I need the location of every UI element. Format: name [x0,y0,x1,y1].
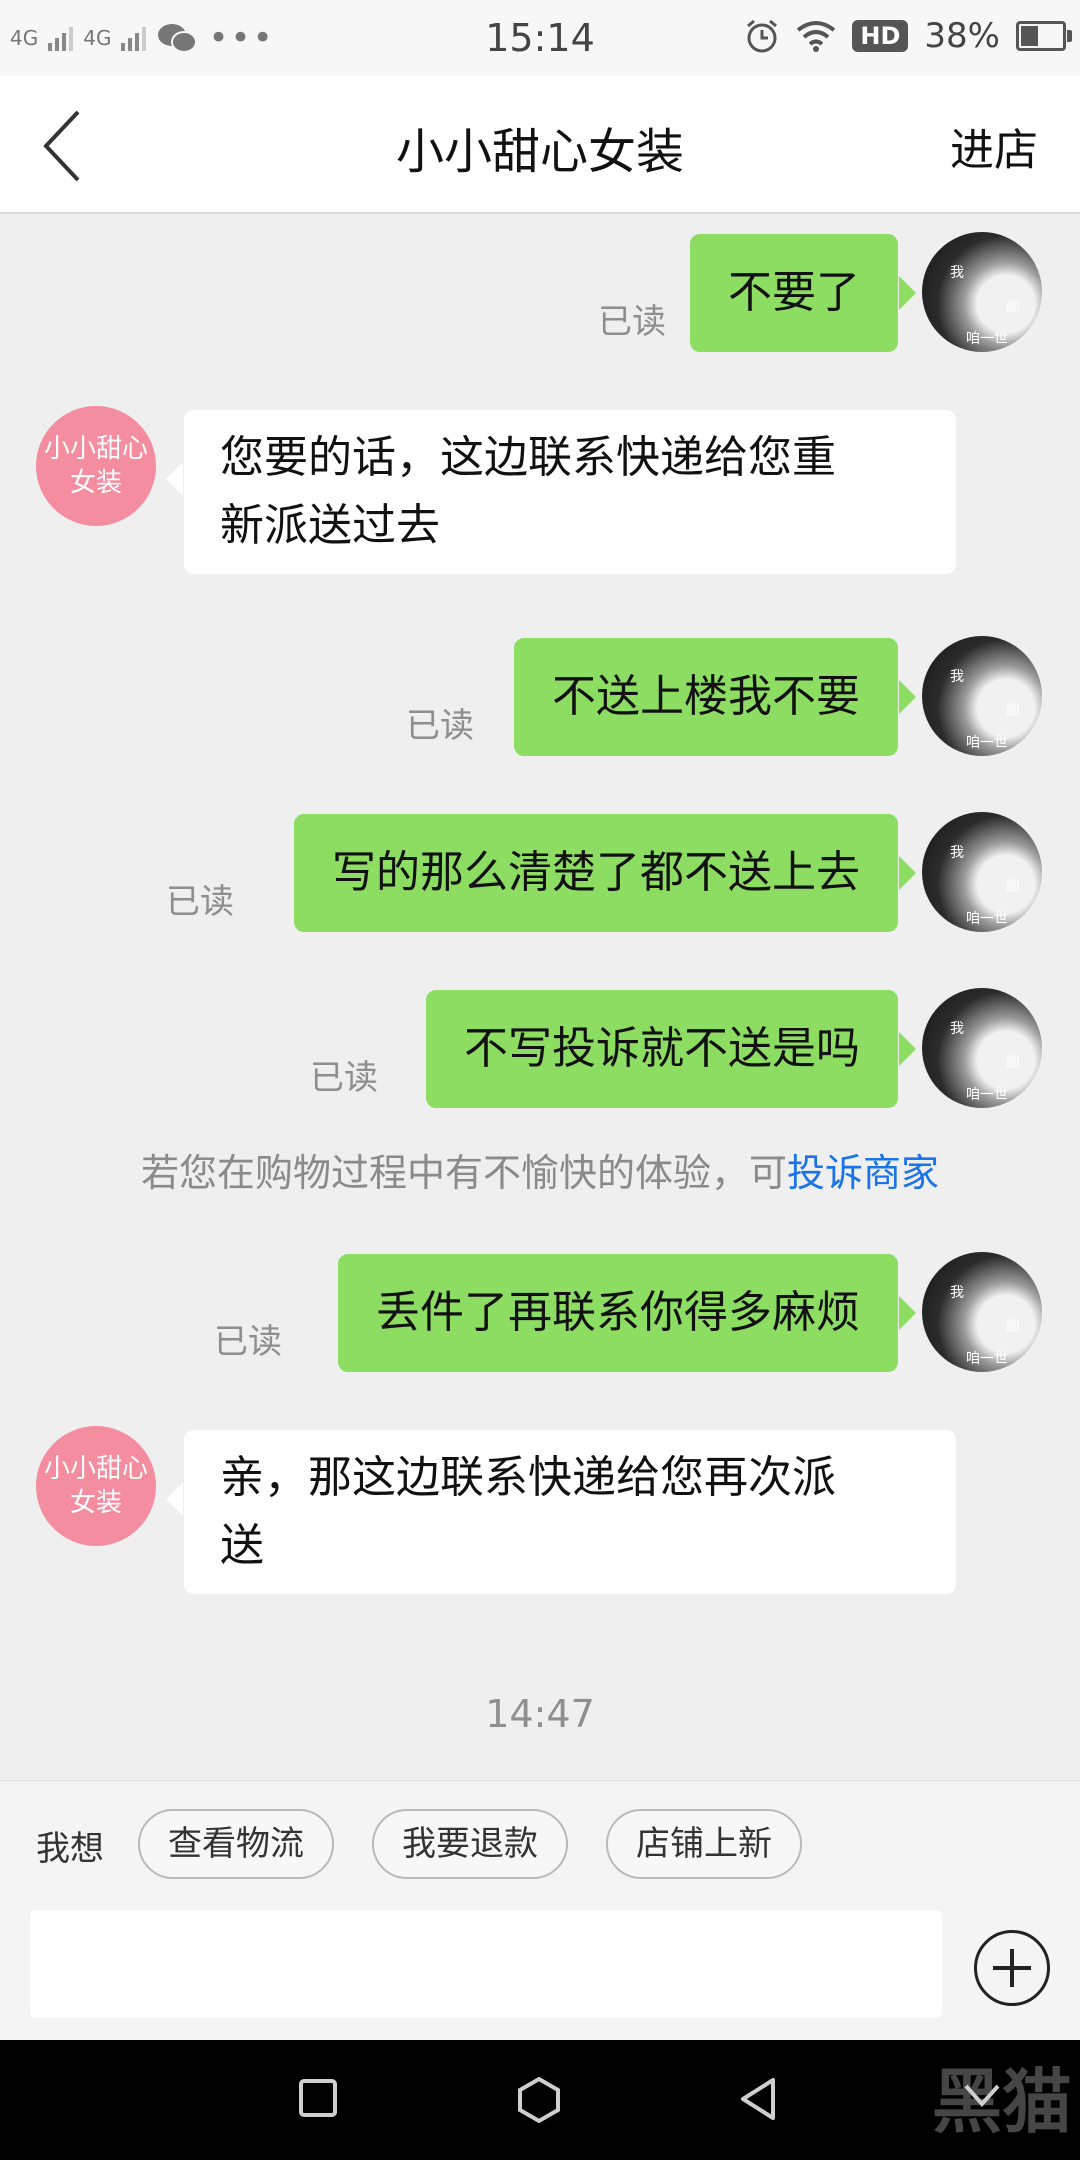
message-line: 新派送过去 [220,500,440,551]
chip-request-refund[interactable]: 我要退款 [372,1809,568,1879]
enter-store-button[interactable]: 进店 [950,114,1038,178]
message-line: 您要的话，这边联系快递给您重 [220,432,836,483]
chip-view-logistics[interactable]: 查看物流 [138,1809,334,1879]
read-status: 已读 [310,1058,378,1098]
chat-header: 小小甜心女装 进店 [0,76,1080,214]
battery-percent: 38% [924,16,1000,56]
message-line: 送 [220,1520,264,1571]
avatar[interactable]: 我 鄙 咱一世 [922,988,1042,1108]
message-bubble[interactable]: 不送上楼我不要 [514,638,916,756]
notice-text: 若您在购物过程中有不愉快的体验，可 [140,1151,787,1195]
back-triangle-icon[interactable] [738,2076,778,2122]
page-title: 小小甜心女装 [395,124,684,180]
hd-badge: HD [852,20,909,52]
battery-icon [1016,21,1072,51]
shop-avatar[interactable]: 小小甜心 女装 [36,1426,156,1546]
avatar[interactable]: 我 鄙 咱一世 [922,812,1042,932]
status-right: HD 38% [744,16,1072,56]
chat-area[interactable]: 已读 不要了 我 鄙 咱一世 小小甜心 女装 您要的话，这边联系快递给您重 新派送… [0,214,1080,1779]
message-bubble[interactable]: 丢件了再联系你得多麻烦 [338,1254,916,1372]
system-nav-bar [0,2040,1080,2160]
wifi-icon [797,21,836,52]
avatar[interactable]: 我 鄙 咱一世 [922,232,1042,352]
read-status: 已读 [406,706,474,746]
complain-merchant-link[interactable]: 投诉商家 [787,1151,939,1195]
read-status: 已读 [166,882,234,922]
quick-reply-bar: 我想 查看物流 我要退款 店铺上新 [0,1780,1080,1905]
message-bubble[interactable]: 亲，那这边联系快递给您再次派 送 [166,1430,956,1594]
input-bar [0,1904,1080,2040]
avatar[interactable]: 我 鄙 咱一世 [922,1252,1042,1372]
message-timestamp: 14:47 [485,1692,595,1736]
status-bar: 4G 4G ••• 15:14 HD 38% [0,0,1080,76]
quick-reply-label: 我想 [36,1829,104,1869]
alarm-icon [747,19,778,53]
chip-store-new-arrivals[interactable]: 店铺上新 [606,1809,802,1879]
read-status: 已读 [598,302,666,342]
message-input[interactable] [30,1910,942,2018]
read-status: 已读 [214,1322,282,1362]
message-bubble[interactable]: 写的那么清楚了都不送上去 [294,814,916,932]
home-hexagon-icon[interactable] [516,2076,562,2124]
message-bubble[interactable]: 不要了 [690,234,916,352]
complaint-notice: 若您在购物过程中有不愉快的体验，可投诉商家 [0,1142,1080,1197]
message-bubble[interactable]: 不写投诉就不送是吗 [426,990,916,1108]
message-line: 亲，那这边联系快递给您再次派 [220,1452,836,1503]
recent-apps-icon[interactable] [298,2076,338,2120]
message-bubble[interactable]: 您要的话，这边联系快递给您重 新派送过去 [166,410,956,574]
shop-avatar[interactable]: 小小甜心 女装 [36,406,156,526]
avatar[interactable]: 我 鄙 咱一世 [922,636,1042,756]
add-plus-icon[interactable] [974,1930,1050,2006]
watermark-text: 黑猫 [932,2061,1072,2143]
